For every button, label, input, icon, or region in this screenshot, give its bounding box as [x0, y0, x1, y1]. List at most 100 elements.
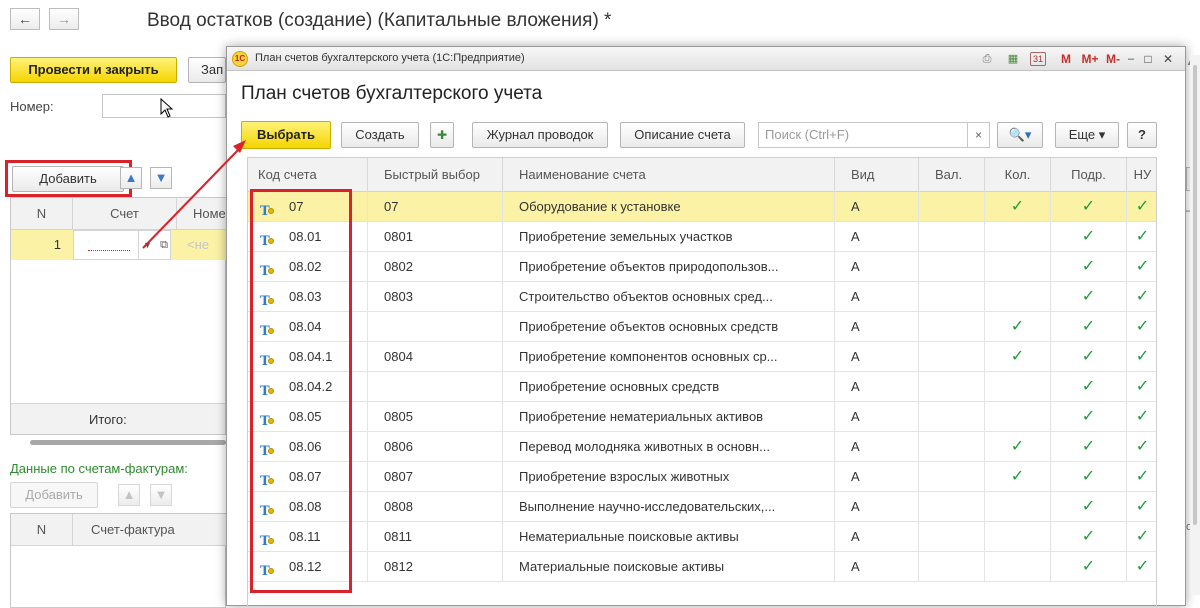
qty-flag-cell — [985, 402, 1051, 432]
table-row[interactable]: T 08.11 0811 Нематериальные поисковые актив… — [248, 522, 1156, 552]
forward-button[interactable]: → — [49, 8, 79, 30]
col-name[interactable]: Наименование счета — [503, 158, 835, 192]
journal-button[interactable]: Журнал проводок — [472, 122, 608, 148]
name-cell: Приобретение объектов природопользов... — [503, 252, 835, 282]
name-cell: Строительство объектов основных сред... — [503, 282, 835, 312]
search-clear-button[interactable]: × — [968, 122, 990, 148]
col-kind[interactable]: Вид — [835, 158, 919, 192]
kind-cell: А — [835, 432, 919, 462]
name-cell: Приобретение объектов основных средств — [503, 312, 835, 342]
table-row[interactable]: T 08.04.2 Приобретение основных средств А ✓ ✓ — [248, 372, 1156, 402]
scrollbar-thumb[interactable] — [30, 440, 226, 445]
dept-flag-cell: ✓ — [1051, 432, 1127, 462]
move-up-button[interactable]: ▲ — [120, 167, 142, 189]
table-row[interactable]: T 08.05 0805 Приобретение нематериальных ак… — [248, 402, 1156, 432]
maximize-button[interactable]: □ — [1139, 50, 1157, 68]
account-description-button[interactable]: Описание счета — [620, 122, 745, 148]
name-cell: Перевод молодняка животных в основн... — [503, 432, 835, 462]
checkmark-icon: ✓ — [1135, 438, 1150, 455]
search-options-button[interactable]: 🔍▾ — [997, 122, 1043, 148]
kind-cell: А — [835, 312, 919, 342]
print-icon[interactable]: ⎙ — [979, 50, 995, 68]
table-row[interactable]: T 08.04.1 0804 Приобретение компонентов осн… — [248, 342, 1156, 372]
val-flag-cell — [919, 222, 985, 252]
name-cell: Материальные поисковые активы — [503, 552, 835, 582]
checkmark-icon: ✓ — [1081, 378, 1096, 395]
val-flag-cell — [919, 402, 985, 432]
close-button[interactable]: ✕ — [1159, 50, 1177, 68]
checkmark-icon: ✓ — [1135, 498, 1150, 515]
val-flag-cell — [919, 492, 985, 522]
quick-cell: 0804 — [368, 342, 503, 372]
dept-flag-cell: ✓ — [1051, 282, 1127, 312]
grid-total-row: Итого: — [11, 403, 225, 434]
invoice-col-n: N — [11, 514, 73, 546]
back-button[interactable]: ← — [10, 8, 40, 30]
checkmark-icon: ✓ — [1010, 198, 1025, 215]
table-row[interactable]: T 08.07 0807 Приобретение взрослых животных… — [248, 462, 1156, 492]
table-row[interactable]: T 08.06 0806 Перевод молодняка животных в о… — [248, 432, 1156, 462]
help-button[interactable]: ? — [1127, 122, 1157, 148]
table-row[interactable]: T 08.03 0803 Строительство объектов основны… — [248, 282, 1156, 312]
grid-row-1[interactable]: 1 ▼ ⧉ <не — [11, 230, 227, 260]
number-label: Номер: — [10, 99, 54, 114]
calculator-icon[interactable]: ▦ — [1005, 50, 1021, 68]
checkmark-icon: ✓ — [1135, 378, 1150, 395]
calendar-icon[interactable]: 31 — [1030, 52, 1046, 66]
minimize-button[interactable]: – — [1123, 50, 1139, 68]
app-logo-icon: 1С — [232, 51, 248, 67]
grid-row-n: 1 — [53, 237, 61, 252]
outer-scrollbar-thumb[interactable] — [1193, 65, 1197, 525]
qty-flag-cell — [985, 492, 1051, 522]
search-input[interactable]: Поиск (Ctrl+F) — [758, 122, 968, 148]
memory-plus-button[interactable]: M+ — [1079, 50, 1101, 68]
add-row-button[interactable]: Добавить — [12, 166, 124, 192]
col-quantity[interactable]: Кол. — [985, 158, 1051, 192]
memory-minus-button[interactable]: M- — [1103, 50, 1123, 68]
outer-scrollbar[interactable] — [1190, 55, 1200, 595]
create-button[interactable]: Создать — [341, 122, 419, 148]
dept-flag-cell: ✓ — [1051, 192, 1127, 222]
checkmark-icon: ✓ — [1081, 288, 1096, 305]
table-row[interactable]: T 08.04 Приобретение объектов основных сре… — [248, 312, 1156, 342]
move-down-invoice-button[interactable]: ▼ — [150, 484, 172, 506]
kind-cell: А — [835, 522, 919, 552]
move-down-button[interactable]: ▼ — [150, 167, 172, 189]
horizontal-scrollbar[interactable] — [10, 437, 226, 447]
table-row[interactable]: T 08.08 0808 Выполнение научно-исследовател… — [248, 492, 1156, 522]
table-row[interactable]: T 08.01 0801 Приобретение земельных участко… — [248, 222, 1156, 252]
kind-cell: А — [835, 492, 919, 522]
quick-cell: 0803 — [368, 282, 503, 312]
table-row[interactable]: T 07 07 Оборудование к установке А ✓ ✓ ✓ — [248, 192, 1156, 222]
qty-flag-cell — [985, 252, 1051, 282]
more-button[interactable]: Еще ▾ — [1055, 122, 1119, 148]
col-quick[interactable]: Быстрый выбор — [368, 158, 503, 192]
nu-flag-cell: ✓ — [1127, 552, 1156, 582]
dropdown-icon[interactable]: ▼ — [138, 231, 156, 259]
dept-flag-cell: ✓ — [1051, 522, 1127, 552]
val-flag-cell — [919, 552, 985, 582]
required-underline — [88, 250, 130, 251]
checkmark-icon: ✓ — [1135, 348, 1150, 365]
col-currency[interactable]: Вал. — [919, 158, 985, 192]
copy-icon[interactable]: ✚ — [430, 122, 454, 148]
val-flag-cell — [919, 372, 985, 402]
col-department[interactable]: Подр. — [1051, 158, 1127, 192]
open-icon[interactable]: ⧉ — [156, 231, 172, 259]
account-cell[interactable]: ▼ ⧉ — [73, 230, 171, 260]
write-button[interactable]: Зап — [188, 57, 226, 83]
table-row[interactable]: T 08.12 0812 Материальные поисковые активы А… — [248, 552, 1156, 582]
col-code[interactable]: Код счета — [248, 158, 368, 192]
dept-flag-cell: ✓ — [1051, 552, 1127, 582]
table-row[interactable]: T 08.02 0802 Приобретение объектов природоп… — [248, 252, 1156, 282]
add-invoice-button[interactable]: Добавить — [10, 482, 98, 508]
nu-flag-cell: ✓ — [1127, 402, 1156, 432]
memory-m-button[interactable]: M — [1059, 50, 1073, 68]
name-cell: Выполнение научно-исследовательских,... — [503, 492, 835, 522]
quick-cell — [368, 372, 503, 402]
move-up-invoice-button[interactable]: ▲ — [118, 484, 140, 506]
post-and-close-button[interactable]: Провести и закрыть — [10, 57, 177, 83]
qty-flag-cell: ✓ — [985, 432, 1051, 462]
select-button[interactable]: Выбрать — [241, 121, 331, 149]
col-tax[interactable]: НУ — [1127, 158, 1156, 192]
